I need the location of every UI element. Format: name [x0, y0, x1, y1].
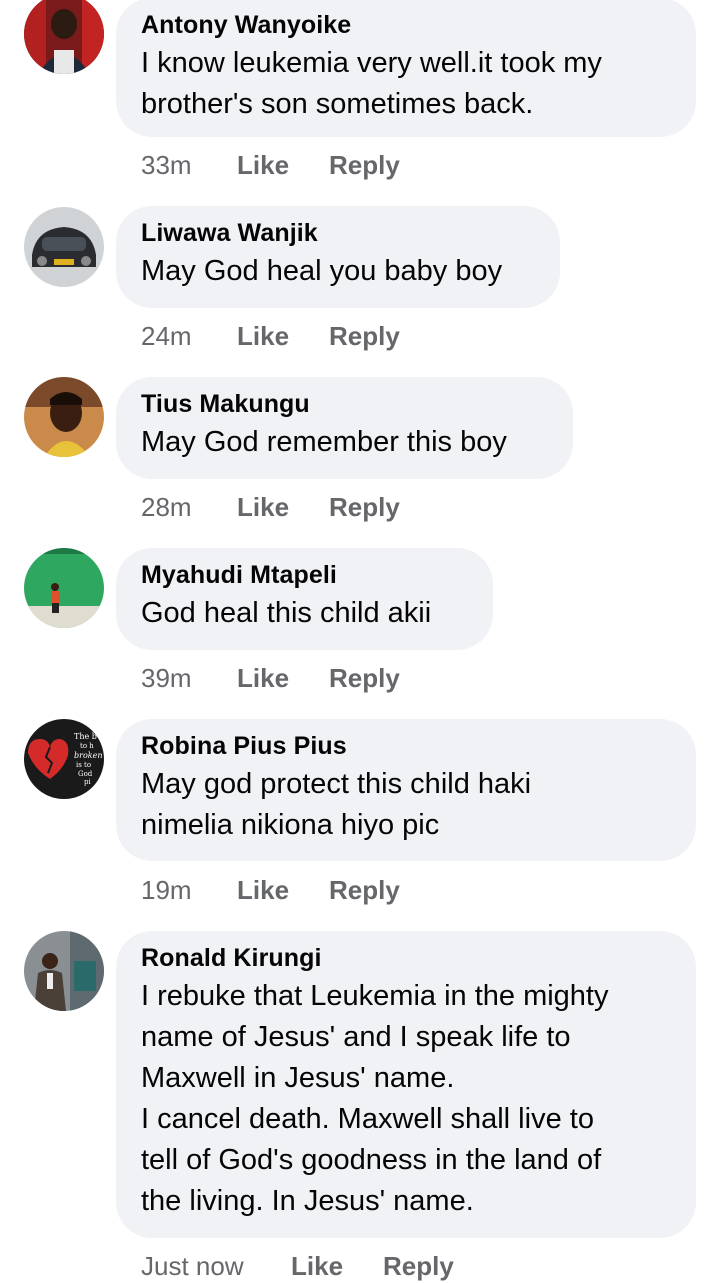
- avatar-image: [24, 548, 104, 628]
- svg-text:The b: The b: [74, 732, 97, 741]
- avatar-image: [24, 931, 104, 1011]
- like-button[interactable]: Like: [237, 148, 329, 182]
- avatar-image: [24, 0, 104, 74]
- comment-text: May God heal you baby boy: [141, 255, 503, 287]
- comment-text: God heal this child akii: [141, 597, 432, 629]
- like-button[interactable]: Like: [237, 873, 329, 907]
- svg-text:to h: to h: [80, 742, 94, 750]
- comment-timestamp[interactable]: 24m: [141, 319, 237, 353]
- comment-author[interactable]: Antony Wanyoike: [141, 10, 670, 40]
- like-button[interactable]: Like: [291, 1249, 383, 1283]
- comment-author[interactable]: Liwawa Wanjik: [141, 218, 534, 248]
- reply-button[interactable]: Reply: [383, 1249, 454, 1283]
- comment-author[interactable]: Myahudi Mtapeli: [141, 560, 467, 590]
- comment-timestamp[interactable]: 19m: [141, 873, 237, 907]
- comment-text: I know leukemia very well.it took my bro…: [141, 47, 602, 120]
- avatar[interactable]: [24, 377, 104, 457]
- comment-author[interactable]: Tius Makungu: [141, 389, 547, 419]
- comment-bubble: Robina Pius Pius May god protect this ch…: [116, 719, 696, 861]
- avatar-image: [24, 377, 104, 457]
- like-button[interactable]: Like: [237, 319, 329, 353]
- comment-text: I rebuke that Leukemia in the mighty nam…: [141, 980, 609, 1217]
- comment-bubble: Ronald Kirungi I rebuke that Leukemia in…: [116, 931, 696, 1238]
- comment-author[interactable]: Ronald Kirungi: [141, 943, 670, 973]
- avatar[interactable]: [24, 548, 104, 628]
- comment-timestamp[interactable]: Just now: [141, 1249, 291, 1283]
- reply-button[interactable]: Reply: [329, 490, 400, 524]
- reply-button[interactable]: Reply: [329, 873, 400, 907]
- comment-actions: 19m Like Reply: [141, 873, 400, 907]
- avatar-image: [24, 207, 104, 287]
- like-button[interactable]: Like: [237, 490, 329, 524]
- comment-timestamp[interactable]: 28m: [141, 490, 237, 524]
- comment-actions: 39m Like Reply: [141, 661, 400, 695]
- comment-actions: 28m Like Reply: [141, 490, 400, 524]
- comment-bubble: Antony Wanyoike I know leukemia very wel…: [116, 0, 696, 137]
- comment-timestamp[interactable]: 39m: [141, 661, 237, 695]
- comment-author[interactable]: Robina Pius Pius: [141, 731, 670, 761]
- avatar[interactable]: [24, 931, 104, 1011]
- like-button[interactable]: Like: [237, 661, 329, 695]
- svg-text:God: God: [78, 770, 93, 778]
- comment-actions: 33m Like Reply: [141, 148, 400, 182]
- reply-button[interactable]: Reply: [329, 148, 400, 182]
- comment-text: May god protect this child haki nimelia …: [141, 768, 532, 841]
- svg-text:is to: is to: [76, 761, 91, 769]
- avatar[interactable]: [24, 0, 104, 74]
- comment-bubble: Tius Makungu May God remember this boy: [116, 377, 573, 479]
- reply-button[interactable]: Reply: [329, 661, 400, 695]
- reply-button[interactable]: Reply: [329, 319, 400, 353]
- comment-actions: 24m Like Reply: [141, 319, 400, 353]
- comment-timestamp[interactable]: 33m: [141, 148, 237, 182]
- avatar[interactable]: The b to h broken is to God pi: [24, 719, 104, 799]
- svg-text:pi: pi: [84, 778, 91, 786]
- comment-bubble: Liwawa Wanjik May God heal you baby boy: [116, 206, 560, 308]
- comment-bubble: Myahudi Mtapeli God heal this child akii: [116, 548, 493, 650]
- comment-text: May God remember this boy: [141, 426, 507, 458]
- comment-actions: Just now Like Reply: [141, 1249, 454, 1283]
- avatar-image: The b to h broken is to God pi: [24, 719, 104, 799]
- svg-text:broken: broken: [74, 751, 103, 760]
- avatar[interactable]: [24, 207, 104, 287]
